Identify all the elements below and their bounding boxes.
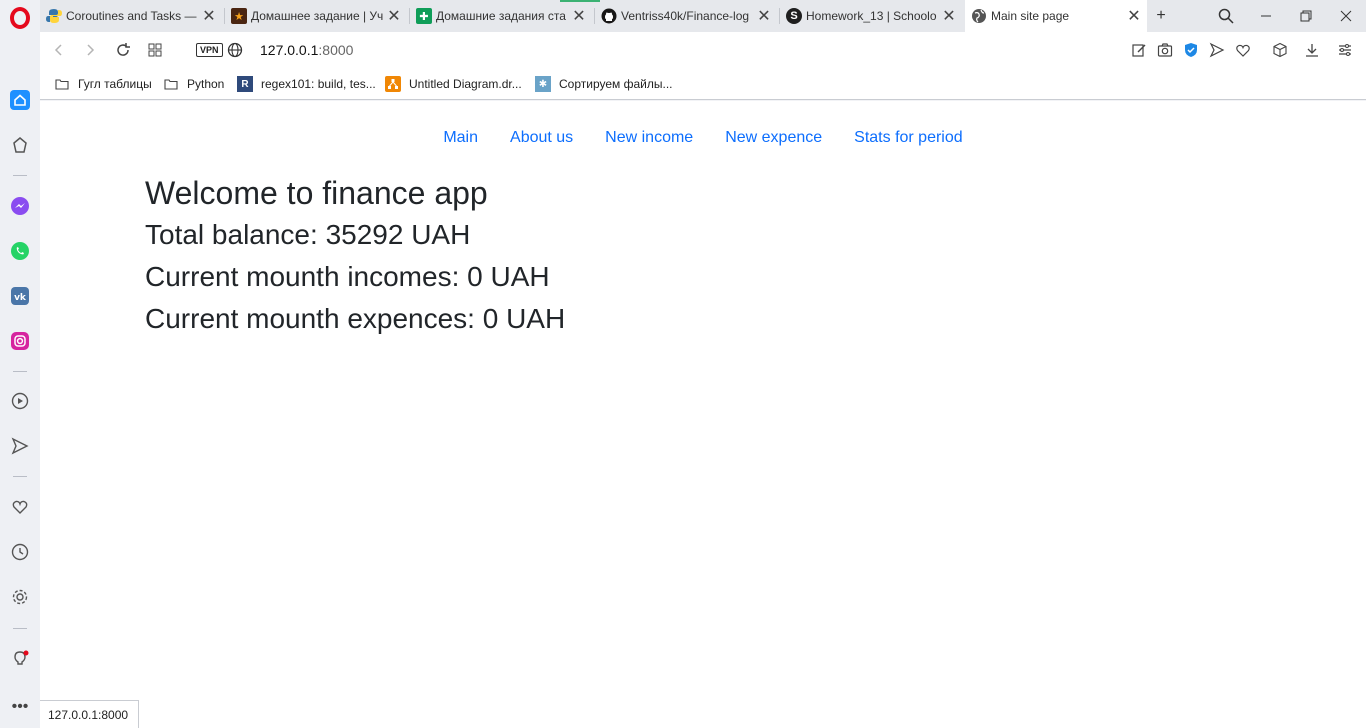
reload-icon[interactable] — [111, 38, 135, 62]
whatsapp-icon[interactable] — [0, 236, 40, 266]
send-arrow-icon[interactable] — [1205, 38, 1229, 62]
tab-title: Ventriss40k/Finance-log — [621, 9, 750, 23]
forward-icon[interactable] — [78, 38, 102, 62]
tab-main-site-page[interactable]: Main site page ✕ — [965, 0, 1147, 32]
tab-title: Main site page — [991, 9, 1070, 23]
browser-window: vk ••• Coroutines and Tasks — ✕ ★ Домашн… — [0, 0, 1366, 728]
close-icon[interactable]: ✕ — [755, 6, 773, 26]
tab-title: Homework_13 | Schoolo — [806, 9, 937, 23]
settings-gear-icon[interactable] — [0, 582, 40, 612]
sheets-icon: ✚ — [416, 8, 432, 24]
bookmark-label: Гугл таблицы — [78, 77, 152, 91]
url-host: 127.0.0.1 — [260, 42, 319, 58]
bookmark-label: Сортируем файлы... — [559, 77, 673, 91]
tab-homework-uch[interactable]: ★ Домашнее задание | Уч ✕ — [225, 0, 407, 32]
lightbulb-icon[interactable] — [0, 644, 40, 674]
bookmark-label: Untitled Diagram.dr... — [409, 77, 522, 91]
bookmark-label: regex101: build, tes... — [261, 77, 376, 91]
extensions-cube-icon[interactable] — [1268, 38, 1292, 62]
bookmark-folder-sheets[interactable]: Гугл таблицы — [54, 76, 152, 92]
heart-icon[interactable] — [0, 492, 40, 522]
star-icon: ★ — [231, 8, 247, 24]
back-icon[interactable] — [47, 38, 71, 62]
download-icon[interactable] — [1300, 38, 1324, 62]
bookmark-regex101[interactable]: R regex101: build, tes... — [237, 76, 376, 92]
globe-icon — [971, 8, 987, 24]
opera-sidebar: vk ••• — [0, 0, 40, 728]
window-close-icon[interactable] — [1326, 0, 1366, 32]
folder-icon — [54, 76, 70, 92]
tab-search-icon[interactable] — [1206, 0, 1246, 32]
regex101-icon: R — [237, 76, 253, 92]
site-nav: Main About us New income New expence Sta… — [40, 128, 1366, 148]
bookmark-folder-python[interactable]: Python — [163, 76, 224, 92]
opera-logo-icon[interactable] — [10, 7, 30, 29]
vk-icon[interactable]: vk — [0, 281, 40, 311]
nav-link-new-income[interactable]: New income — [589, 128, 709, 148]
url-field[interactable]: 127.0.0.1:8000 — [260, 42, 353, 58]
tab-strip: Coroutines and Tasks — ✕ ★ Домашнее зада… — [40, 0, 1366, 32]
close-icon[interactable]: ✕ — [940, 6, 958, 26]
main-content: Welcome to finance app Total balance: 35… — [145, 173, 565, 341]
close-icon[interactable]: ✕ — [570, 6, 588, 26]
close-icon[interactable]: ✕ — [385, 6, 403, 26]
tab-homework-sheets[interactable]: ✚ Домашние задания ста ✕ — [410, 0, 592, 32]
close-icon[interactable]: ✕ — [200, 6, 218, 26]
nav-link-new-expence[interactable]: New expence — [709, 128, 838, 148]
status-bar-url: 127.0.0.1:8000 — [40, 700, 139, 728]
player-icon[interactable] — [0, 386, 40, 416]
svg-text:vk: vk — [14, 293, 27, 303]
python-icon — [46, 8, 62, 24]
tab-schoology[interactable]: S Homework_13 | Schoolo ✕ — [780, 0, 962, 32]
drawio-icon — [385, 76, 401, 92]
web-page: Main About us New income New expence Sta… — [40, 101, 1366, 728]
total-balance: Total balance: 35292 UAH — [145, 219, 471, 250]
adblock-shield-icon[interactable] — [1179, 38, 1203, 62]
folder-icon — [163, 76, 179, 92]
messenger-icon[interactable] — [0, 191, 40, 221]
tab-title: Домашнее задание | Уч — [251, 9, 384, 23]
restore-icon[interactable] — [1286, 0, 1326, 32]
instagram-icon[interactable] — [0, 326, 40, 356]
edit-icon[interactable] — [1127, 38, 1151, 62]
bookmarks-bar: Гугл таблицы Python R regex101: build, t… — [40, 68, 1366, 100]
bookmark-drawio[interactable]: Untitled Diagram.dr... — [385, 76, 522, 92]
new-tab-plus-icon[interactable]: + — [1141, 0, 1181, 32]
site-info-globe-icon[interactable] — [223, 38, 247, 62]
speed-dial-home-icon[interactable] — [0, 85, 40, 115]
page-title: Welcome to finance app — [145, 175, 488, 211]
tab-title: Домашние задания ста — [436, 9, 566, 23]
tiles-grid-icon[interactable] — [143, 38, 167, 62]
nav-link-about-us[interactable]: About us — [494, 128, 589, 148]
easy-setup-icon[interactable] — [1333, 38, 1357, 62]
tab-coroutines[interactable]: Coroutines and Tasks — ✕ — [40, 0, 222, 32]
url-port: :8000 — [318, 42, 354, 58]
minimize-icon[interactable] — [1246, 0, 1286, 32]
github-icon — [601, 8, 617, 24]
send-icon[interactable] — [0, 431, 40, 461]
nav-link-stats-for-period[interactable]: Stats for period — [838, 128, 979, 148]
gear-favicon-icon: ✱ — [535, 76, 551, 92]
snapshot-camera-icon[interactable] — [1153, 38, 1177, 62]
tab-github[interactable]: Ventriss40k/Finance-log ✕ — [595, 0, 777, 32]
tab-title: Coroutines and Tasks — — [66, 9, 197, 23]
nav-link-main[interactable]: Main — [427, 128, 494, 148]
vpn-badge[interactable]: VPN — [196, 43, 223, 57]
bookmark-label: Python — [187, 77, 225, 91]
month-expences: Current mounth expences: 0 UAH — [145, 303, 566, 334]
bookmark-sort-files[interactable]: ✱ Сортируем файлы... — [535, 76, 673, 92]
month-incomes: Current mounth incomes: 0 UAH — [145, 261, 550, 292]
pinboard-icon[interactable] — [0, 130, 40, 160]
address-bar-row: VPN 127.0.0.1:8000 — [40, 32, 1366, 68]
more-dots-icon[interactable]: ••• — [0, 692, 40, 722]
bookmark-heart-icon[interactable] — [1231, 38, 1255, 62]
history-icon[interactable] — [0, 537, 40, 567]
schoology-icon: S — [786, 8, 802, 24]
